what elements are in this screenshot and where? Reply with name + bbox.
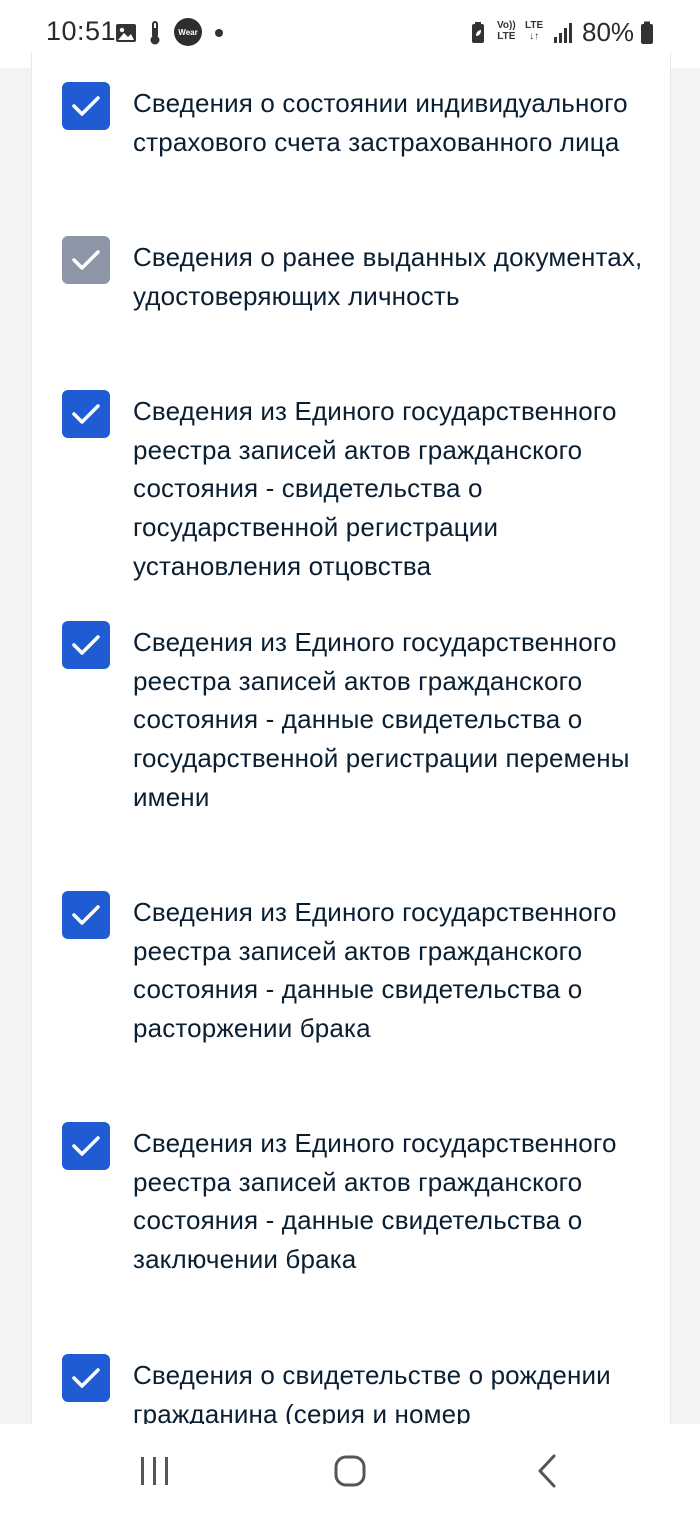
item-label: Сведения из Единого государственного рее… xyxy=(133,897,617,1044)
checkmark-icon xyxy=(72,250,100,270)
battery-icon xyxy=(640,20,654,46)
recents-button[interactable] xyxy=(125,1448,185,1494)
item-label: Сведения о ранее выданных документах, уд… xyxy=(133,242,643,311)
checkbox-checked-disabled xyxy=(62,236,110,284)
back-icon xyxy=(538,1454,556,1488)
volte-label-top: Vo)) xyxy=(497,20,516,31)
wear-icon: Wear xyxy=(174,18,202,46)
navigation-bar xyxy=(0,1424,700,1517)
checkbox-checked[interactable] xyxy=(62,1122,110,1170)
dot-icon xyxy=(214,20,224,46)
lte-data-icon: LTE ↓↑ xyxy=(525,20,544,42)
thermometer-icon xyxy=(148,20,162,46)
battery-percent: 80% xyxy=(582,17,635,47)
checkbox-checked[interactable] xyxy=(62,621,110,669)
back-button[interactable] xyxy=(517,1448,577,1494)
checkmark-icon xyxy=(72,404,100,424)
item-label: Сведения из Единого государственного рее… xyxy=(133,396,617,581)
checkbox-checked[interactable] xyxy=(62,1354,110,1402)
gallery-icon xyxy=(115,20,137,46)
consent-card: Сведения о состоянии индивидуального стр… xyxy=(31,52,671,1424)
checkbox-checked[interactable] xyxy=(62,390,110,438)
item-label: Сведения о состоянии индивидуального стр… xyxy=(133,88,628,157)
volte-label-bottom: LTE xyxy=(497,31,516,42)
checkmark-icon xyxy=(72,1368,100,1388)
checkmark-icon xyxy=(72,905,100,925)
checkbox-checked[interactable] xyxy=(62,82,110,130)
checkbox-checked[interactable] xyxy=(62,891,110,939)
item-label: Сведения из Единого государственного рее… xyxy=(133,627,630,812)
volte-icon: Vo)) LTE xyxy=(497,18,516,44)
home-button[interactable] xyxy=(320,1448,380,1494)
status-time: 10:51 xyxy=(46,16,117,46)
checkmark-icon xyxy=(72,1136,100,1156)
checkmark-icon xyxy=(72,635,100,655)
signal-icon xyxy=(553,20,575,46)
recents-icon xyxy=(141,1457,168,1485)
item-label: Сведения из Единого государственного рее… xyxy=(133,1128,617,1275)
home-icon xyxy=(334,1455,366,1487)
lte-label: LTE xyxy=(525,20,544,31)
item-label: Сведения о свидетельстве о рождении граж… xyxy=(133,1360,611,1424)
wear-label: Wear xyxy=(174,18,202,46)
battery-saver-icon xyxy=(470,20,486,46)
checkmark-icon xyxy=(72,96,100,116)
